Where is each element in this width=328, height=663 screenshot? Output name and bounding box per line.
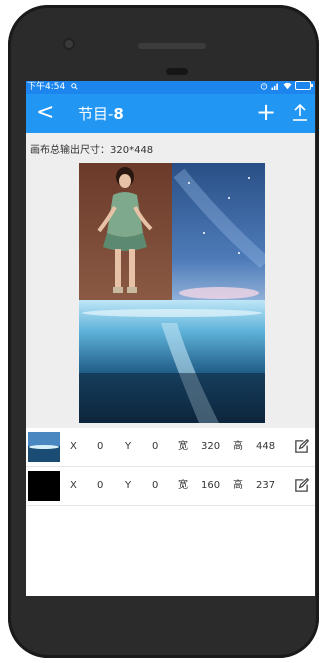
signal-icon: [271, 83, 278, 90]
battery-icon: [295, 81, 313, 90]
width-label: 宽: [178, 480, 188, 491]
page-title: 节目-8: [78, 103, 124, 125]
alarm-icon: [260, 82, 268, 90]
image-starry-sky: [172, 163, 265, 300]
width-label: 宽: [178, 441, 188, 452]
image-ocean-landscape: [79, 300, 265, 423]
y-label: Y: [125, 441, 132, 452]
title-number: 8: [113, 105, 124, 123]
layer-thumbnail: [28, 432, 60, 462]
proximity-sensor: [166, 68, 188, 75]
layer-list: X 0 Y 0 宽 320 高 448 X 0 Y 0 宽 160 高 237: [26, 428, 315, 506]
width-value: 320: [201, 441, 221, 452]
edit-icon[interactable]: [294, 439, 309, 454]
layer-row[interactable]: X 0 Y 0 宽 160 高 237: [26, 467, 315, 506]
canvas-preview[interactable]: [79, 163, 265, 423]
wifi-icon: [283, 82, 292, 89]
canvas-size-caption: 画布总输出尺寸：320*448: [30, 145, 154, 156]
edit-icon[interactable]: [294, 478, 309, 493]
y-value: 0: [152, 480, 159, 491]
layer-row[interactable]: X 0 Y 0 宽 320 高 448: [26, 428, 315, 467]
status-icons: [260, 81, 313, 90]
status-bar: 下午4:54: [26, 81, 315, 94]
width-value: 160: [201, 480, 221, 491]
add-button[interactable]: +: [256, 98, 276, 126]
search-status-icon: [71, 81, 78, 94]
front-camera: [65, 40, 73, 48]
x-value: 0: [97, 441, 104, 452]
height-value: 448: [256, 441, 276, 452]
x-label: X: [70, 480, 77, 491]
height-value: 237: [256, 480, 276, 491]
status-time: 下午4:54: [27, 82, 66, 92]
title-prefix: 节目-: [78, 105, 114, 123]
layer-thumbnail: [28, 471, 60, 501]
y-label: Y: [125, 480, 132, 491]
height-label: 高: [233, 480, 243, 491]
height-label: 高: [233, 441, 243, 452]
x-label: X: [70, 441, 77, 452]
image-woman-in-dress: [79, 163, 172, 300]
app-screen: 下午4:54 < 节目-8 + 画布总输出尺寸：320*448 X 0 Y 0 …: [26, 81, 315, 596]
x-value: 0: [97, 480, 104, 491]
earpiece-speaker: [138, 43, 206, 49]
upload-icon[interactable]: [292, 102, 308, 122]
back-button[interactable]: <: [36, 100, 54, 126]
app-toolbar: < 节目-8 +: [26, 94, 315, 133]
y-value: 0: [152, 441, 159, 452]
canvas-preview-area: 画布总输出尺寸：320*448: [26, 133, 315, 428]
